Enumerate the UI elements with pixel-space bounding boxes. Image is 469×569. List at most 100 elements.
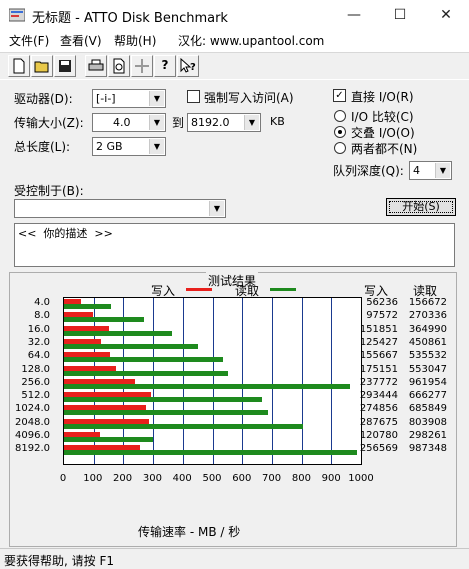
close-button[interactable]: ✕ [423, 0, 469, 30]
write-speed-value: 155667 [359, 350, 398, 362]
io-compare-radio[interactable] [334, 110, 346, 122]
x-axis-label: 传输速率 - MB / 秒 [138, 525, 241, 539]
kb-label: KB [270, 115, 285, 128]
total-length-value: 2 GB [96, 140, 123, 153]
write-speed-value: 120780 [359, 430, 398, 441]
chart-gridline [182, 298, 184, 464]
transfer-from-select[interactable]: 4.0 ▼ [92, 113, 166, 132]
read-bar [64, 410, 268, 416]
overlapped-io-label: 交叠 I/O(O) [351, 126, 415, 140]
move-icon[interactable] [131, 55, 153, 77]
description-field[interactable]: << 你的描述 >> [14, 223, 455, 267]
chevron-down-icon: ▼ [209, 201, 224, 216]
chevron-down-icon: ▼ [435, 163, 450, 178]
minimize-button[interactable]: — [331, 0, 377, 30]
force-write-label: 强制写入访问(A) [204, 91, 294, 105]
menu-file[interactable]: 文件(F) [9, 32, 49, 49]
read-speed-value: 156672 [408, 297, 447, 308]
write-speed-value: 97572 [366, 310, 398, 322]
read-speed-value: 961954 [408, 376, 447, 388]
chart-gridline [212, 298, 214, 464]
read-bar [64, 437, 153, 442]
read-bar [64, 357, 224, 363]
transfer-to-select[interactable]: 8192.0 ▼ [187, 113, 261, 132]
status-bar: 要获得帮助, 请按 F1 [0, 548, 469, 569]
controlled-by-select[interactable]: ▼ [14, 199, 226, 218]
help-icon[interactable]: ? [154, 55, 176, 77]
to-label: 到 [172, 116, 185, 130]
chevron-down-icon: ▼ [149, 91, 164, 106]
status-text: 要获得帮助, 请按 F1 [4, 554, 114, 568]
neither-label: 两者都不(N) [351, 142, 418, 156]
write-speed-value: 256569 [359, 443, 398, 455]
save-icon[interactable] [54, 55, 76, 77]
transfer-size-row-label: 32.0 [27, 336, 50, 348]
controlled-by-label: 受控制于(B): [14, 184, 84, 198]
throughput-chart [63, 297, 362, 465]
read-speed-value: 450861 [408, 336, 447, 348]
direct-io-label: 直接 I/O(R) [351, 90, 414, 104]
chart-gridline [153, 298, 155, 464]
transfer-size-row-label: 8.0 [34, 310, 50, 322]
read-speed-value: 553047 [408, 363, 447, 375]
total-length-label: 总长度(L): [14, 140, 71, 154]
overlapped-io-radio[interactable] [334, 126, 346, 138]
transfer-from-value: 4.0 [113, 116, 131, 129]
write-speed-value: 175151 [359, 363, 398, 375]
transfer-size-row-label: 128.0 [21, 363, 50, 375]
transfer-size-label: 传输大小(Z): [14, 116, 84, 130]
menu-bar: 文件(F) 查看(V) 帮助(H) 汉化: www.upantool.com [0, 30, 469, 50]
chevron-down-icon: ▼ [244, 115, 259, 130]
read-speed-value: 666277 [408, 390, 447, 402]
read-speed-value: 987348 [408, 443, 447, 455]
transfer-size-row-label: 8192.0 [15, 443, 50, 455]
queue-depth-value: 4 [413, 164, 420, 177]
transfer-size-row-label: 64.0 [27, 350, 50, 362]
print-icon[interactable] [85, 55, 107, 77]
read-legend-swatch [270, 288, 296, 291]
transfer-size-row-label: 512.0 [21, 390, 50, 402]
menu-view[interactable]: 查看(V) [60, 32, 102, 49]
chart-gridline [242, 298, 244, 464]
queue-depth-label: 队列深度(Q): [333, 164, 404, 178]
read-bar [64, 397, 262, 403]
read-bar [64, 317, 145, 323]
write-speed-value: 287675 [359, 416, 398, 428]
read-bar [64, 304, 111, 309]
drive-select[interactable]: [-i-] ▼ [92, 89, 166, 108]
read-speed-value: 535532 [408, 350, 447, 362]
io-compare-label: I/O 比较(C) [351, 110, 414, 124]
direct-io-checkbox[interactable]: ✓ [333, 89, 346, 102]
transfer-size-row-label: 4.0 [34, 297, 50, 308]
menu-help[interactable]: 帮助(H) [114, 32, 156, 49]
title-bar: 无标题 - ATTO Disk Benchmark — ☐ ✕ [0, 0, 469, 30]
read-speed-value: 803908 [408, 416, 447, 428]
drive-label: 驱动器(D): [14, 92, 73, 106]
x-tick-label: 1000 [348, 473, 374, 484]
read-speed-value: 298261 [408, 430, 447, 441]
write-speed-value: 125427 [359, 336, 398, 348]
results-group: 测试结果 写入 读取 写入 读取 4.0 8.0 16.0 32.0 64.0 128.0… [9, 272, 457, 547]
write-legend-swatch [186, 288, 212, 291]
transfer-size-row-label: 16.0 [27, 323, 50, 335]
window-title: 无标题 - ATTO Disk Benchmark [32, 11, 228, 26]
chart-gridline [301, 298, 303, 464]
context-help-icon[interactable]: ? [177, 55, 199, 77]
queue-depth-select[interactable]: 4 ▼ [409, 161, 452, 180]
read-bar [64, 423, 303, 429]
open-folder-icon[interactable] [31, 55, 53, 77]
start-button[interactable]: 开始(S) [386, 198, 456, 216]
read-speed-value: 364990 [408, 323, 447, 335]
force-write-checkbox[interactable] [187, 90, 200, 103]
read-bar [64, 450, 358, 456]
total-length-select[interactable]: 2 GB ▼ [92, 137, 166, 156]
write-speed-value: 274856 [359, 403, 398, 415]
transfer-size-row-label: 1024.0 [15, 403, 50, 415]
print-preview-icon[interactable] [108, 55, 130, 77]
neither-radio[interactable] [334, 142, 346, 154]
chart-gridline [271, 298, 273, 464]
maximize-button[interactable]: ☐ [377, 0, 423, 30]
menu-localization[interactable]: 汉化: www.upantool.com [178, 32, 324, 49]
new-doc-icon[interactable] [8, 55, 30, 77]
chevron-down-icon: ▼ [149, 139, 164, 154]
